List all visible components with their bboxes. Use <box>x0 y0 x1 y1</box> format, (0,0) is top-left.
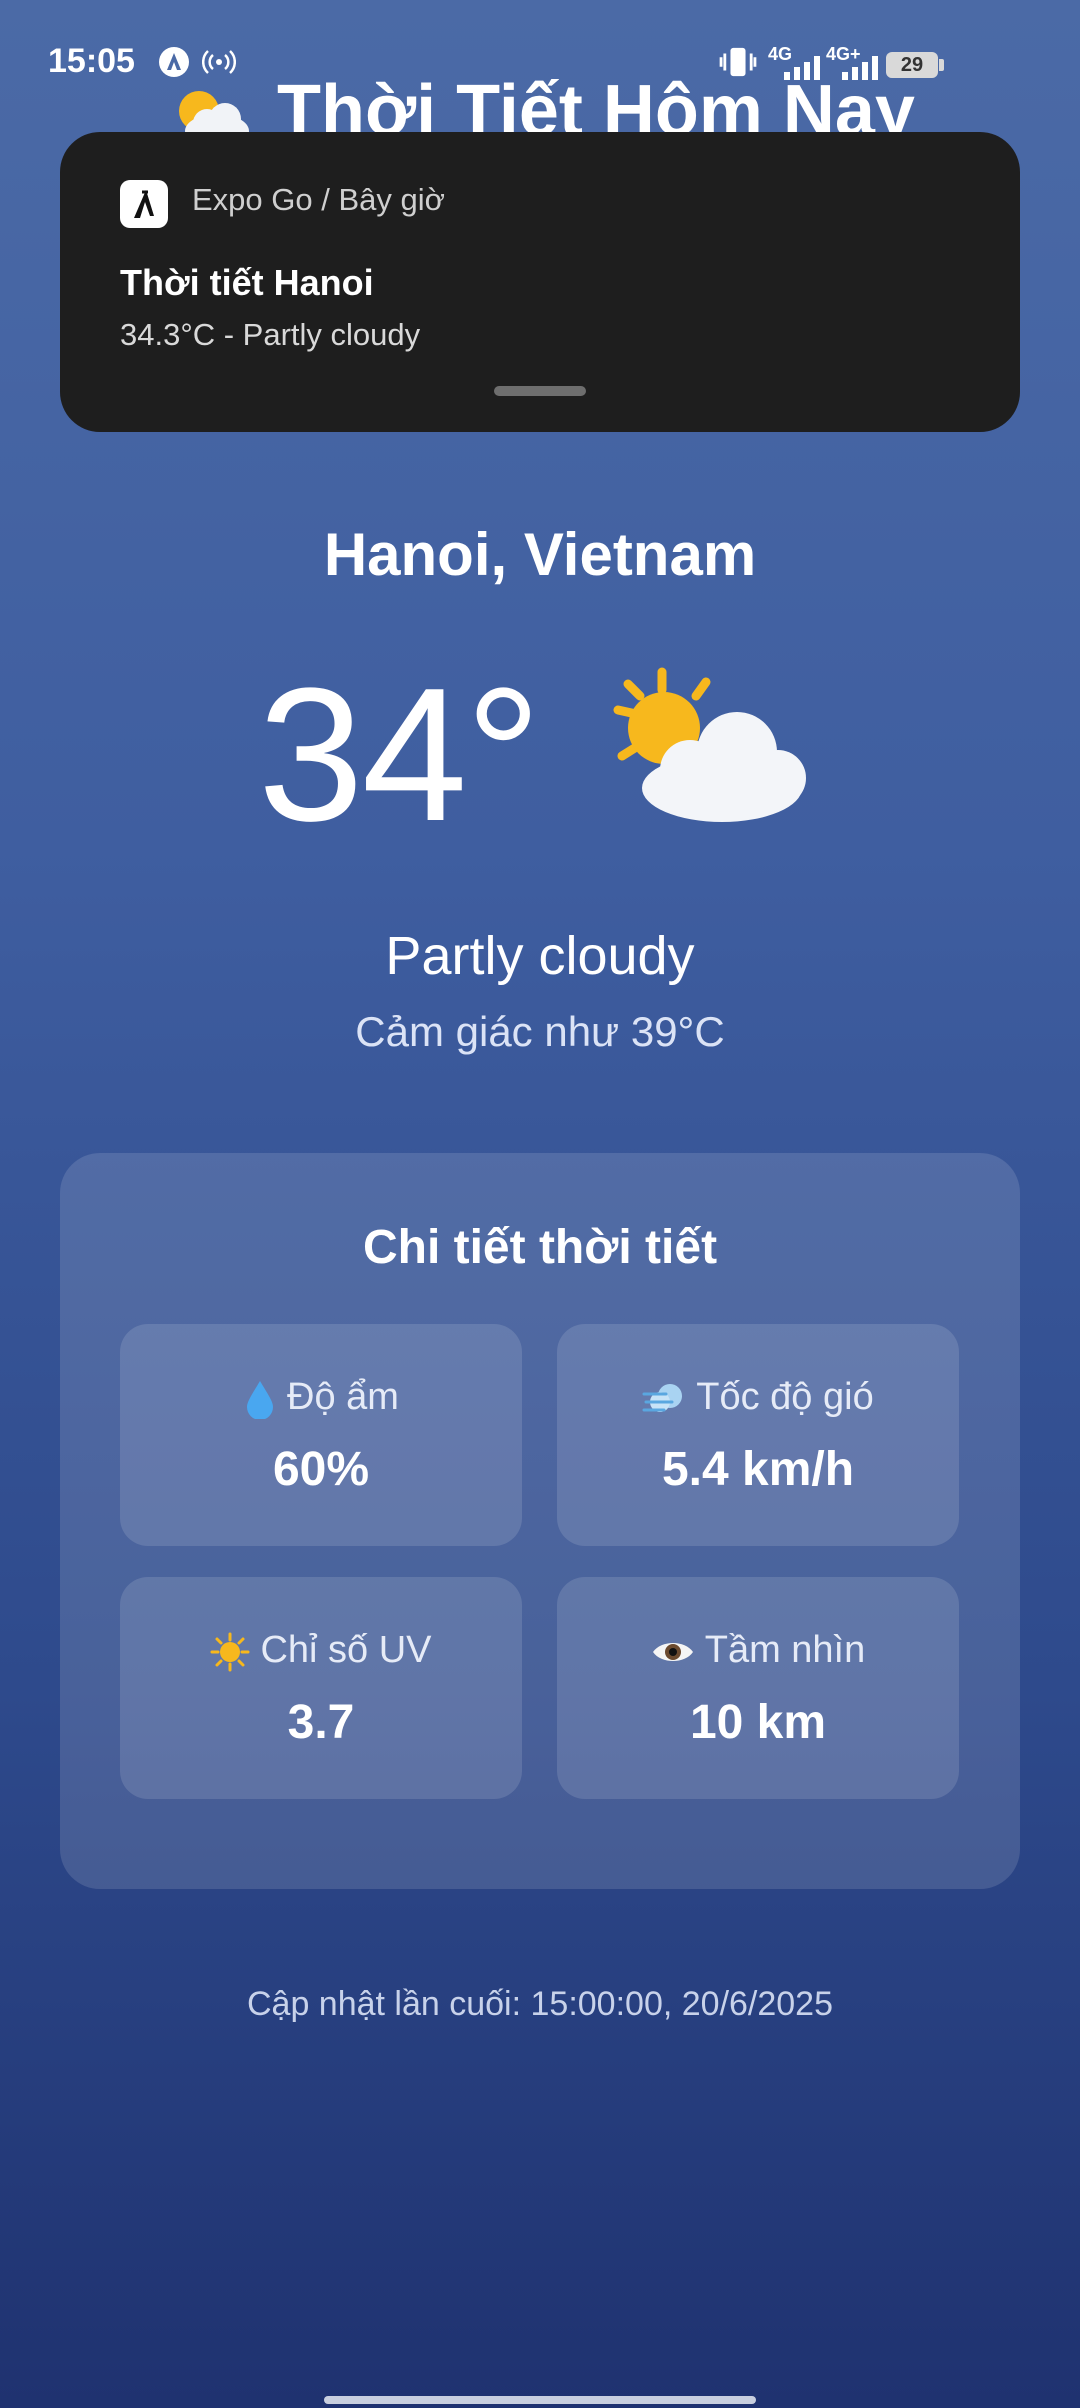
weather-details-card: Chi tiết thời tiết Độ ẩm 60% Tốc độ gió … <box>60 1153 1020 1889</box>
weather-condition: Partly cloudy <box>385 926 695 986</box>
notification-separator: / <box>321 182 330 217</box>
wind-value: 5.4 km/h <box>661 1443 855 1496</box>
eye-icon <box>652 1642 693 1661</box>
details-title: Chi tiết thời tiết <box>362 1221 718 1274</box>
notification-banner[interactable]: Expo Go / Bây giờ Thời tiết Hanoi 34.3°C… <box>60 132 1020 432</box>
notification-body: 34.3°C - Partly cloudy <box>120 317 421 352</box>
feels-like: Cảm giác như 39°C <box>355 1008 725 1055</box>
notification-title: Thời tiết Hanoi <box>120 262 374 303</box>
notification-drag-handle[interactable] <box>494 386 586 396</box>
sun-behind-cloud-icon <box>613 667 806 822</box>
city-name: Hanoi, Vietnam <box>323 521 757 588</box>
notification-header: Expo Go / Bây giờ <box>192 182 445 218</box>
droplet-icon <box>247 1380 274 1420</box>
gesture-nav-bar[interactable] <box>324 2396 756 2404</box>
current-temperature: 34° <box>258 649 541 861</box>
uv-tile: Chỉ số UV 3.7 <box>120 1577 522 1799</box>
notification-app-name: Expo Go <box>192 182 313 217</box>
visibility-label: Tầm nhìn <box>557 1629 959 1672</box>
wind-icon <box>642 1383 683 1412</box>
visibility-tile: Tầm nhìn 10 km <box>557 1577 959 1799</box>
sun-icon <box>210 1632 250 1672</box>
notification-time: Bây giờ <box>338 182 446 217</box>
uv-value: 3.7 <box>287 1696 355 1749</box>
last-updated: Cập nhật lần cuối: 15:00:00, 20/6/2025 <box>246 1985 834 2023</box>
wind-label: Tốc độ gió <box>557 1376 959 1419</box>
wind-tile: Tốc độ gió 5.4 km/h <box>557 1324 959 1546</box>
uv-label: Chỉ số UV <box>120 1629 522 1672</box>
humidity-value: 60% <box>272 1443 370 1496</box>
expo-go-app-icon <box>120 180 168 228</box>
visibility-value: 10 km <box>689 1696 827 1749</box>
humidity-tile: Độ ẩm 60% <box>120 1324 522 1546</box>
humidity-label: Độ ẩm <box>120 1376 522 1420</box>
